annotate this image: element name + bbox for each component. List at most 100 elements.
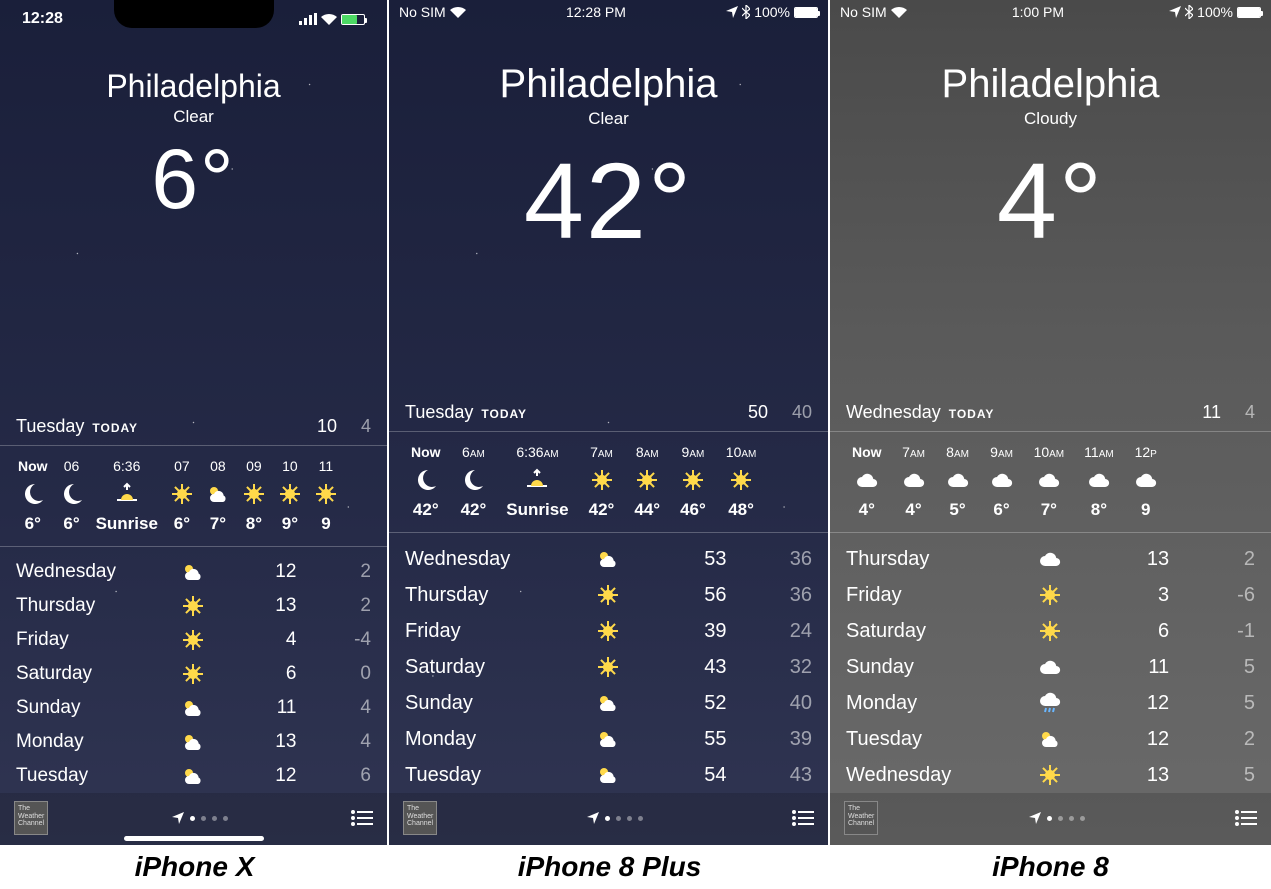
daily-row: Tuesday 54 43 — [405, 757, 812, 793]
hourly-item: 09 8° — [236, 458, 272, 534]
day-name: Friday — [16, 629, 165, 651]
day-name: Saturday — [16, 663, 165, 685]
day-high: 11 — [1083, 656, 1169, 679]
daily-forecast[interactable]: Wednesday 12 2 Thursday 13 2 Friday 4 -4… — [0, 555, 387, 793]
cloud-icon — [1087, 468, 1111, 492]
day-low: 5 — [1169, 764, 1255, 787]
today-low: 4 — [1245, 402, 1255, 423]
daily-row: Wednesday 53 36 — [405, 541, 812, 577]
today-row: Wednesday TODAY 11 4 — [830, 402, 1271, 423]
daily-row: Monday 13 4 — [16, 725, 371, 759]
hour-time: 6AM — [462, 444, 485, 460]
hourly-forecast[interactable]: Now 42° 6AM 42° 6:36AM Sunrise 7AM 42° 8… — [389, 440, 828, 524]
day-high: 53 — [641, 548, 726, 571]
hourly-item: 07 6° — [164, 458, 200, 534]
city-list-button[interactable] — [351, 810, 373, 826]
carrier-label: No SIM — [399, 4, 446, 20]
hour-time: 10AM — [1034, 444, 1065, 460]
city-name: Philadelphia — [389, 62, 828, 107]
moon-icon — [60, 482, 84, 506]
phone-screen: 12:28 Philadelphia Clear 6° Tuesday TODA… — [0, 0, 389, 845]
daily-row: Monday 55 39 — [405, 721, 812, 757]
battery-label: 100% — [754, 4, 790, 20]
day-high: 13 — [1083, 548, 1169, 571]
page-indicator[interactable] — [172, 812, 228, 824]
hourly-item: 9AM 46° — [670, 444, 716, 520]
city-header: Philadelphia Clear 42° — [389, 22, 828, 255]
location-icon — [1169, 6, 1181, 18]
daily-row: Friday 3 -6 — [846, 577, 1255, 613]
day-high: 39 — [641, 620, 726, 643]
daily-forecast[interactable]: Wednesday 53 36 Thursday 56 36 Friday 39… — [389, 541, 828, 793]
hour-value: 8° — [246, 514, 262, 534]
hourly-item: 11AM 8° — [1074, 444, 1124, 520]
day-high: 3 — [1083, 584, 1169, 607]
weather-channel-button[interactable]: The Weather Channel — [844, 801, 878, 835]
day-low: 36 — [727, 548, 812, 571]
hourly-forecast[interactable]: Now 6° 06 6° 6:36 Sunrise 07 6° 08 7° 09… — [0, 454, 387, 538]
day-low: 5 — [1169, 656, 1255, 679]
page-dot — [1069, 816, 1074, 821]
today-day: Tuesday — [16, 416, 84, 437]
day-high: 11 — [222, 697, 297, 719]
hour-time: 08 — [210, 458, 226, 474]
hour-time: Now — [852, 444, 882, 460]
daily-row: Sunday 11 4 — [16, 691, 371, 725]
page-dot — [201, 816, 206, 821]
day-low: 2 — [1169, 548, 1255, 571]
day-name: Saturday — [846, 620, 1018, 643]
day-high: 13 — [222, 595, 297, 617]
daily-forecast[interactable]: Thursday 13 2 Friday 3 -6 Saturday 6 -1 … — [830, 541, 1271, 793]
moon-icon — [414, 468, 438, 492]
hour-time: 8AM — [636, 444, 659, 460]
partly-icon — [576, 727, 641, 751]
city-list-button[interactable] — [792, 810, 814, 826]
weather-channel-button[interactable]: The Weather Channel — [403, 801, 437, 835]
page-indicator[interactable] — [587, 812, 643, 824]
day-low: 4 — [296, 731, 371, 753]
hour-value: 4° — [859, 500, 875, 520]
daily-row: Wednesday 12 2 — [16, 555, 371, 589]
hourly-item: 06 6° — [54, 458, 90, 534]
bluetooth-icon — [1185, 5, 1193, 19]
today-day: Tuesday — [405, 402, 473, 423]
battery-label: 100% — [1197, 4, 1233, 20]
partly-icon — [165, 764, 222, 788]
day-name: Monday — [16, 731, 165, 753]
hour-value: 46° — [680, 500, 706, 520]
weather-channel-button[interactable]: The Weather Channel — [14, 801, 48, 835]
day-low: 43 — [727, 764, 812, 787]
hour-time: 10 — [282, 458, 298, 474]
today-label: TODAY — [949, 407, 995, 421]
partly-icon — [206, 482, 230, 506]
hour-value: 7° — [210, 514, 226, 534]
page-dot — [1047, 816, 1052, 821]
daily-row: Saturday 6 -1 — [846, 613, 1255, 649]
location-icon — [587, 812, 599, 824]
page-indicator[interactable] — [1029, 812, 1085, 824]
day-low: 2 — [296, 595, 371, 617]
today-label: TODAY — [92, 421, 138, 435]
day-low: -4 — [296, 629, 371, 651]
sunrise-icon — [115, 482, 139, 506]
hourly-forecast[interactable]: Now 4° 7AM 4° 8AM 5° 9AM 6° 10AM 7° 11AM… — [830, 440, 1271, 524]
day-name: Friday — [846, 584, 1018, 607]
city-list-button[interactable] — [1235, 810, 1257, 826]
hourly-item: Now 42° — [401, 444, 451, 520]
day-high: 12 — [1083, 728, 1169, 751]
home-indicator[interactable] — [124, 836, 264, 841]
day-low: 4 — [296, 697, 371, 719]
cloud-icon — [990, 468, 1014, 492]
daily-row: Tuesday 12 6 — [16, 759, 371, 793]
day-low: 2 — [1169, 728, 1255, 751]
day-high: 12 — [222, 561, 297, 583]
hour-value: 42° — [589, 500, 615, 520]
condition-label: Clear — [389, 109, 828, 129]
bluetooth-icon — [742, 5, 750, 19]
battery-icon — [341, 14, 365, 25]
day-high: 4 — [222, 629, 297, 651]
hourly-item: 6AM 42° — [451, 444, 497, 520]
hour-value: Sunrise — [96, 514, 158, 534]
condition-label: Clear — [0, 107, 387, 127]
day-low: 24 — [727, 620, 812, 643]
